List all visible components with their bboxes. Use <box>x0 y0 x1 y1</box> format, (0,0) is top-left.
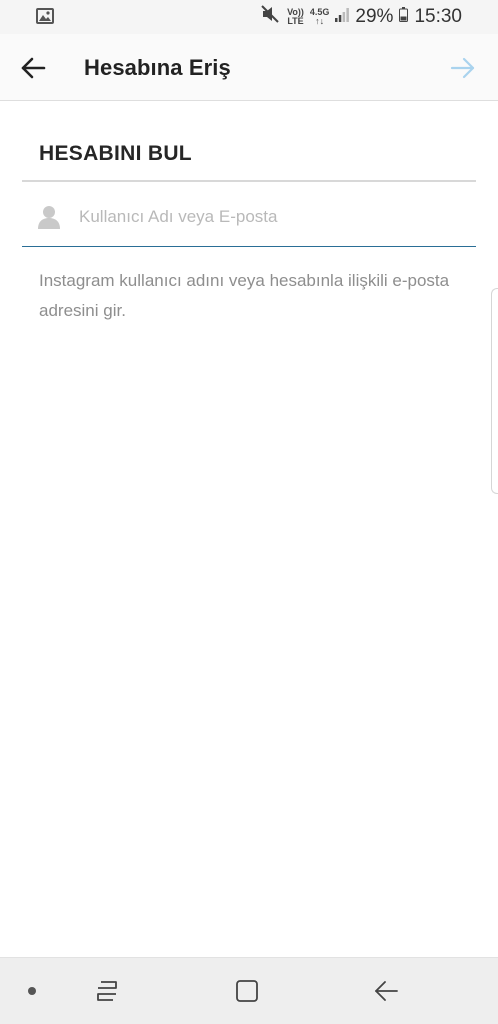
app-bar: Hesabına Eriş <box>0 34 498 101</box>
page-title: Hesabına Eriş <box>84 55 231 80</box>
gallery-notification-icon <box>36 8 54 24</box>
status-bar: Vo)) LTE 4.5G ↑↓ 29% 15:30 <box>0 0 498 34</box>
next-button[interactable] <box>448 53 478 83</box>
user-icon <box>38 206 60 229</box>
back-arrow-icon <box>21 57 46 79</box>
network-indicator: 4.5G ↑↓ <box>310 8 330 26</box>
clock: 15:30 <box>414 6 462 27</box>
back-button[interactable] <box>18 53 48 83</box>
mute-icon <box>261 5 281 29</box>
system-back-button[interactable] <box>371 976 401 1006</box>
back-icon <box>375 981 398 1001</box>
battery-percent: 29% <box>355 6 394 27</box>
section-title: HESABINI BUL <box>39 142 192 165</box>
network-arrows: ↑↓ <box>315 16 325 26</box>
navigation-bar <box>0 957 498 1024</box>
home-icon <box>236 980 258 1002</box>
screen: Vo)) LTE 4.5G ↑↓ 29% 15:30 Hesabına Eriş… <box>0 0 498 1024</box>
recents-icon <box>97 981 117 1001</box>
recents-button[interactable] <box>92 976 122 1006</box>
home-button[interactable] <box>232 976 262 1006</box>
signal-icon <box>335 6 350 28</box>
username-field[interactable] <box>22 188 476 247</box>
volte-indicator: Vo)) LTE <box>287 8 304 26</box>
edge-panel-handle[interactable] <box>491 288 498 494</box>
battery-icon <box>399 6 409 28</box>
lte-label: LTE <box>287 16 304 26</box>
next-arrow-icon <box>450 57 475 79</box>
nav-dot-icon[interactable] <box>28 987 36 995</box>
section-divider <box>22 180 476 182</box>
help-text: Instagram kullanıcı adını veya hesabınla… <box>39 271 450 320</box>
status-right: Vo)) LTE 4.5G ↑↓ 29% 15:30 <box>261 5 462 29</box>
username-input[interactable] <box>77 206 451 228</box>
